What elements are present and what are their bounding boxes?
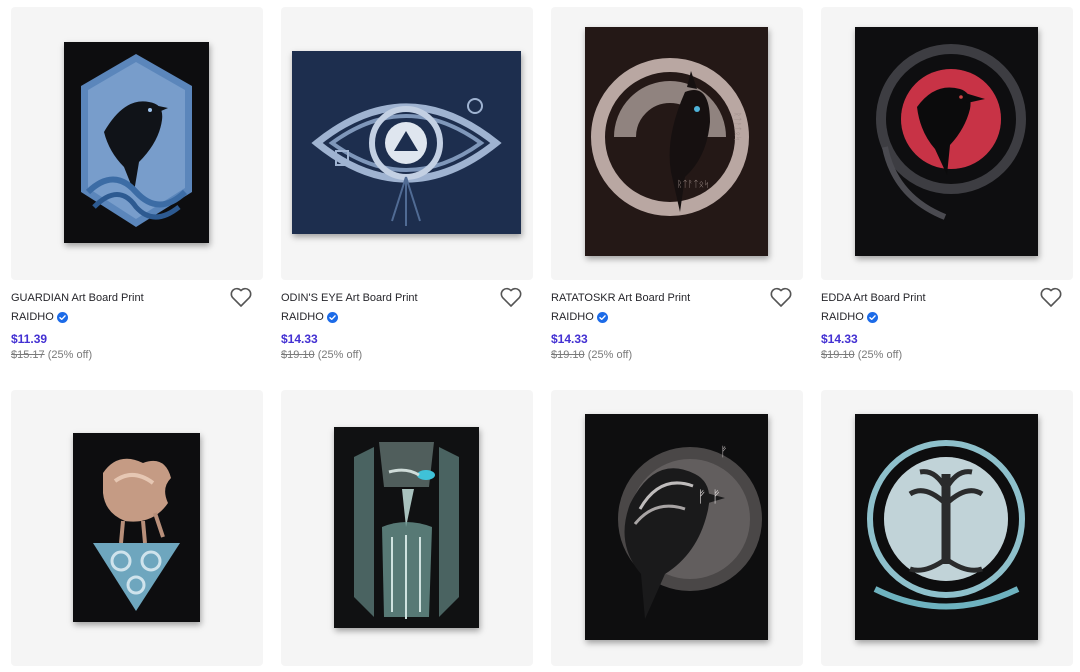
- artwork-sleipnir: [73, 433, 200, 622]
- sale-price: $14.33: [821, 332, 858, 346]
- verified-badge-icon: [866, 311, 878, 323]
- svg-text:ᚠ: ᚠ: [720, 445, 728, 460]
- product-image[interactable]: [281, 390, 533, 666]
- artist-name[interactable]: RAIDHO: [281, 311, 324, 324]
- product-image[interactable]: [821, 7, 1073, 280]
- svg-text:ᚠ ᚠ: ᚠ ᚠ: [697, 487, 721, 506]
- product-card[interactable]: [281, 390, 533, 666]
- original-price: $15.17: [11, 349, 45, 361]
- artwork-raven-runes: ᚠ ᚠ ᚠ: [585, 414, 768, 640]
- artwork-odin: [334, 427, 479, 628]
- artwork-odins-eye: [292, 51, 521, 234]
- product-card[interactable]: [821, 390, 1073, 666]
- discount-label: (25% off): [47, 349, 93, 361]
- artwork-edda: [855, 27, 1038, 256]
- artwork-ratatoskr: ᚱᛏᚨᛏᛟᛋ ᚱᛏᚨᛏᛟᛋ: [585, 27, 768, 256]
- sale-price: $11.39: [11, 332, 48, 346]
- heart-outline-icon[interactable]: [1039, 286, 1063, 308]
- product-card[interactable]: EDDA Art Board Print RAIDHO $14.33 $19.1…: [821, 7, 1073, 372]
- product-card[interactable]: ᚠ ᚠ ᚠ: [551, 390, 803, 666]
- discount-label: (25% off): [857, 349, 903, 361]
- artwork-guardian: [64, 42, 209, 243]
- original-price: $19.10: [281, 349, 315, 361]
- product-title[interactable]: RATATOSKR Art Board Print: [551, 292, 756, 305]
- product-title[interactable]: EDDA Art Board Print: [821, 292, 1026, 305]
- sale-price: $14.33: [281, 332, 318, 346]
- product-title[interactable]: GUARDIAN Art Board Print: [11, 292, 216, 305]
- discount-label: (25% off): [587, 349, 633, 361]
- verified-badge-icon: [596, 311, 608, 323]
- product-image[interactable]: ᚠ ᚠ ᚠ: [551, 390, 803, 666]
- artist-name[interactable]: RAIDHO: [11, 311, 54, 324]
- original-price: $19.10: [821, 349, 855, 361]
- heart-outline-icon[interactable]: [229, 286, 253, 308]
- product-title[interactable]: ODIN'S EYE Art Board Print: [281, 292, 486, 305]
- product-card[interactable]: ODIN'S EYE Art Board Print RAIDHO $14.33…: [281, 7, 533, 372]
- svg-text:ᚱᛏᚨᛏᛟᛋ: ᚱᛏᚨᛏᛟᛋ: [677, 179, 709, 190]
- artist-name[interactable]: RAIDHO: [821, 311, 864, 324]
- product-card[interactable]: GUARDIAN Art Board Print RAIDHO $11.39 $…: [11, 7, 263, 372]
- product-image[interactable]: [11, 7, 263, 280]
- product-image[interactable]: [821, 390, 1073, 666]
- artist-name[interactable]: RAIDHO: [551, 311, 594, 324]
- product-image[interactable]: [11, 390, 263, 666]
- heart-outline-icon[interactable]: [499, 286, 523, 308]
- product-image[interactable]: ᚱᛏᚨᛏᛟᛋ ᚱᛏᚨᛏᛟᛋ: [551, 7, 803, 280]
- discount-label: (25% off): [317, 349, 363, 361]
- product-card[interactable]: [11, 390, 263, 666]
- verified-badge-icon: [326, 311, 338, 323]
- heart-outline-icon[interactable]: [769, 286, 793, 308]
- product-card[interactable]: ᚱᛏᚨᛏᛟᛋ ᚱᛏᚨᛏᛟᛋ RATATOSKR Art Board Print …: [551, 7, 803, 372]
- sale-price: $14.33: [551, 332, 588, 346]
- artwork-yggdrasil: [855, 414, 1038, 640]
- svg-text:ᚱᛏᚨᛏᛟᛋ: ᚱᛏᚨᛏᛟᛋ: [733, 112, 742, 141]
- verified-badge-icon: [56, 311, 68, 323]
- product-image[interactable]: [281, 7, 533, 280]
- original-price: $19.10: [551, 349, 585, 361]
